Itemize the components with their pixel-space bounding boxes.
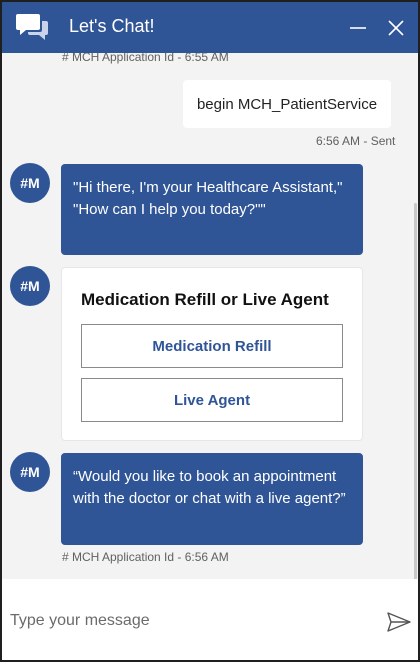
card-title: Medication Refill or Live Agent: [81, 290, 329, 309]
close-button[interactable]: [382, 14, 410, 42]
bot-message: "Hi there, I'm your Healthcare Assistant…: [61, 164, 363, 255]
chat-title: Let's Chat!: [69, 16, 155, 36]
user-message-meta: 6:56 AM - Sent: [316, 134, 396, 148]
message-meta: # MCH Application Id - 6:55 AM: [62, 53, 229, 64]
bot-avatar: #M: [10, 163, 50, 203]
bot-avatar: #M: [10, 452, 50, 492]
message-meta: # MCH Application Id - 6:56 AM: [62, 550, 229, 564]
live-agent-button[interactable]: Live Agent: [81, 378, 343, 422]
medication-refill-button[interactable]: Medication Refill: [81, 324, 343, 368]
minimize-button[interactable]: [344, 14, 372, 42]
message-input[interactable]: [10, 607, 370, 635]
send-icon[interactable]: [386, 611, 412, 633]
chat-bubbles-icon: [16, 14, 48, 40]
chat-header: Let's Chat!: [2, 2, 418, 53]
scrollbar[interactable]: [414, 203, 417, 579]
bot-message: “Would you like to book an appointment w…: [61, 453, 363, 545]
chat-window: Let's Chat! # MCH Application Id - 6:55 …: [0, 0, 420, 662]
composer: [2, 579, 418, 660]
message-list[interactable]: # MCH Application Id - 6:55 AM begin MCH…: [2, 53, 418, 579]
choice-card: Medication Refill or Live Agent Medicati…: [61, 267, 363, 441]
user-message: begin MCH_PatientService: [183, 80, 391, 128]
bot-avatar: #M: [10, 266, 50, 306]
